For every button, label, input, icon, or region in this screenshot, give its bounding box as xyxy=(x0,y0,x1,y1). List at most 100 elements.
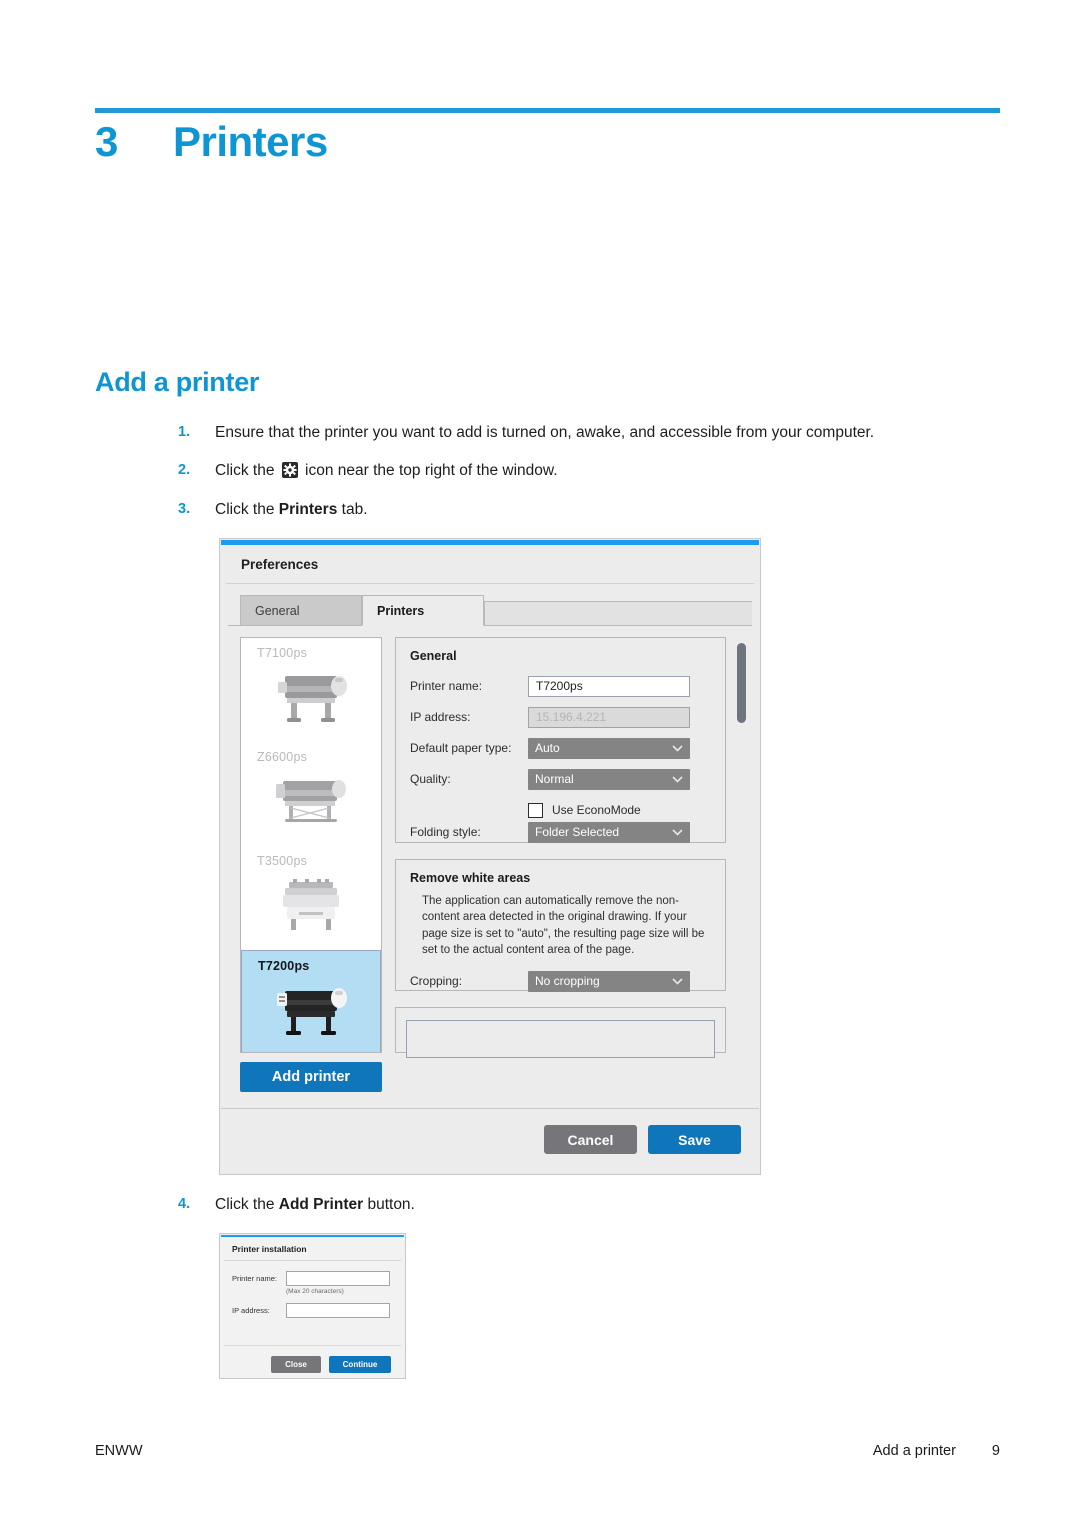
add-printer-button[interactable]: Add printer xyxy=(240,1062,382,1092)
step-4-text-after: button. xyxy=(363,1196,415,1213)
third-panel-partial xyxy=(395,1007,726,1058)
printer-installation-dialog: Printer installation Printer name: (Max … xyxy=(219,1233,406,1379)
step-2: 2. Click the icon near the top right of … xyxy=(178,461,1008,482)
step-3: 3. Click the Printers tab. xyxy=(178,500,1008,521)
footer-right: Add a printer 9 xyxy=(873,1443,1000,1459)
install-printer-name-input[interactable] xyxy=(286,1271,390,1286)
cropping-row: Cropping: No cropping xyxy=(410,970,725,992)
printer-list-item-t3500ps[interactable]: T3500ps xyxy=(241,846,381,950)
quality-row: Quality: Normal xyxy=(410,768,725,790)
step-2-number: 2. xyxy=(178,462,191,478)
quality-label: Quality: xyxy=(410,772,451,786)
footer-page-number: 9 xyxy=(991,1443,1000,1459)
step-3-text-before: Click the xyxy=(215,501,279,518)
printer-thumbnail-icon xyxy=(278,676,347,722)
cropping-label: Cropping: xyxy=(410,974,463,989)
footer-section-title: Add a printer xyxy=(872,1443,956,1459)
dialog-title: Preferences xyxy=(241,557,319,572)
paper-type-label: Default paper type: xyxy=(410,741,512,755)
step-3-number: 3. xyxy=(178,501,191,517)
printer-list-item-z6600ps[interactable]: Z6600ps xyxy=(241,742,381,846)
install-dialog-title: Printer installation xyxy=(232,1244,307,1254)
folding-style-row: Folding style: Folder Selected xyxy=(410,821,725,843)
document-page: 3 Printers Add a printer 1. Ensure that … xyxy=(0,0,1080,1528)
econo-mode-label: Use EconoMode xyxy=(552,803,641,817)
install-ip-address-label: IP address: xyxy=(232,1306,270,1315)
preferences-dialog: Preferences General Printers T7100ps Z66… xyxy=(219,538,761,1175)
white-areas-description: The application can automatically remove… xyxy=(422,895,705,956)
folding-style-select[interactable]: Folder Selected xyxy=(528,821,690,843)
dialog-title-separator xyxy=(226,583,754,584)
paper-type-select[interactable]: Auto xyxy=(528,737,690,759)
cropping-select[interactable]: No cropping xyxy=(528,970,690,992)
cancel-button[interactable]: Cancel xyxy=(544,1125,637,1154)
dialog-body: T7100ps Z6600ps T3500ps T7200ps Add prin… xyxy=(240,637,752,1108)
printer-name-input[interactable]: T7200ps xyxy=(528,675,690,697)
dialog-tabs: General Printers xyxy=(228,594,752,626)
install-dialog-footer: Close Continue xyxy=(220,1346,405,1384)
chapter-title: Printers xyxy=(173,118,328,165)
printer-name-label: Z6600ps xyxy=(257,750,308,764)
install-close-button[interactable]: Close xyxy=(271,1356,321,1373)
page-footer: ENWW Add a printer 9 xyxy=(95,1443,1000,1459)
section-heading: Add a printer xyxy=(95,367,260,397)
tab-printers[interactable]: Printers xyxy=(362,595,484,626)
printer-list-item-t7200ps[interactable]: T7200ps xyxy=(241,950,381,1052)
printer-list[interactable]: T7100ps Z6600ps T3500ps T7200ps xyxy=(240,637,382,1053)
step-4-number: 4. xyxy=(178,1196,191,1212)
install-printer-name-label: Printer name: xyxy=(232,1274,278,1283)
chapter-heading: 3 Printers xyxy=(95,118,1000,166)
step-3-bold: Printers xyxy=(278,501,338,518)
printer-name-label: Printer name: xyxy=(410,679,483,693)
printer-name-row: Printer name: T7200ps xyxy=(410,675,725,697)
chevron-down-icon xyxy=(672,978,683,985)
install-printer-name-hint: (Max 20 characters) xyxy=(286,1288,344,1295)
step-4: 4. Click the Add Printer button. xyxy=(178,1195,1008,1216)
tab-strip-filler xyxy=(484,601,752,625)
install-ip-address-input[interactable] xyxy=(286,1303,390,1318)
install-printer-name-row: Printer name: xyxy=(232,1271,405,1286)
cropping-value: No cropping xyxy=(535,973,600,988)
printer-thumbnail-icon xyxy=(283,879,339,930)
footer-left-label: ENWW xyxy=(95,1443,143,1459)
third-panel-field[interactable] xyxy=(406,1020,715,1058)
tab-general[interactable]: General xyxy=(240,595,362,625)
install-continue-button[interactable]: Continue xyxy=(329,1356,391,1373)
step-1-number: 1. xyxy=(178,424,191,440)
ip-address-input: 15.196.4.221 xyxy=(528,706,690,728)
printer-thumbnail-icon xyxy=(276,780,346,822)
step-2-text: Click the icon near the top right of the… xyxy=(215,461,1008,482)
settings-scrollbar-thumb[interactable] xyxy=(737,643,746,723)
gear-icon xyxy=(281,462,298,478)
quality-select[interactable]: Normal xyxy=(528,768,690,790)
settings-scrollbar[interactable] xyxy=(737,637,746,1108)
step-3-text-after: tab. xyxy=(337,501,368,518)
ip-address-label: IP address: xyxy=(410,710,471,724)
paper-type-value: Auto xyxy=(535,740,560,755)
step-4-text: Click the Add Printer button. xyxy=(215,1195,1008,1216)
install-dialog-body: Printer name: (Max 20 characters) IP add… xyxy=(220,1261,405,1345)
step-3-text: Click the Printers tab. xyxy=(215,500,1008,521)
ip-address-row: IP address: 15.196.4.221 xyxy=(410,706,725,728)
remove-white-areas-panel: Remove white areas The application can a… xyxy=(395,859,726,992)
chapter-rule xyxy=(95,108,1000,113)
chapter-number: 3 xyxy=(95,118,118,165)
save-button[interactable]: Save xyxy=(648,1125,741,1154)
chevron-down-icon xyxy=(672,744,683,752)
chevron-down-icon xyxy=(672,775,683,783)
paper-type-row: Default paper type: Auto xyxy=(410,737,725,759)
printer-thumbnail-icon xyxy=(277,988,347,1035)
settings-scroll-pane: General Printer name: T7200ps IP address… xyxy=(395,637,752,1108)
econo-mode-checkbox[interactable] xyxy=(528,802,543,818)
step-1: 1. Ensure that the printer you want to a… xyxy=(178,423,1008,444)
folding-style-value: Folder Selected xyxy=(535,824,620,839)
tab-printers-label: Printers xyxy=(377,603,425,618)
white-areas-panel-title: Remove white areas xyxy=(410,871,531,885)
step-4-text-before: Click the xyxy=(215,1196,279,1213)
printer-name-label: T3500ps xyxy=(257,854,308,868)
step-2-text-after: icon near the top right of the window. xyxy=(300,462,558,479)
printer-name-label: T7200ps xyxy=(258,959,310,973)
chevron-down-icon xyxy=(672,828,683,836)
printer-list-item-t7100ps[interactable]: T7100ps xyxy=(241,638,381,742)
tab-general-label: General xyxy=(255,603,300,618)
